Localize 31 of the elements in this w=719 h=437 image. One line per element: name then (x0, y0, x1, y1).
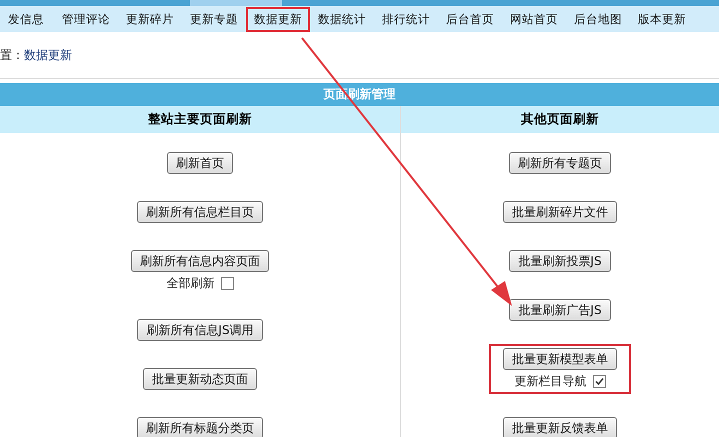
column-heading: 整站主要页面刷新 (0, 106, 400, 133)
refresh-button[interactable]: 刷新所有标题分类页 (137, 417, 263, 437)
nav-tab[interactable]: 后台地图 (566, 6, 630, 32)
nav-tab[interactable]: 数据更新 (246, 6, 310, 32)
breadcrumb-link[interactable]: 数据更新 (24, 46, 72, 64)
refresh-button[interactable]: 刷新所有专题页 (509, 152, 611, 174)
refresh-button[interactable]: 刷新首页 (167, 152, 233, 174)
checkbox-label: 全部刷新 (166, 275, 214, 292)
column-heading: 其他页面刷新 (401, 106, 719, 133)
nav-tab[interactable]: 后台首页 (438, 6, 502, 32)
nav-tab[interactable]: 数据统计 (310, 6, 374, 32)
checkbox[interactable] (592, 375, 606, 388)
nav-tab[interactable]: 网站首页 (502, 6, 566, 32)
refresh-button[interactable]: 刷新所有信息栏目页 (137, 201, 263, 223)
checkbox[interactable] (220, 277, 234, 290)
nav-tab[interactable]: 版本更新 (630, 6, 694, 32)
refresh-button[interactable]: 刷新所有信息内容页面 (131, 250, 269, 272)
refresh-button[interactable]: 批量更新反馈表单 (503, 417, 617, 437)
breadcrumb-label: 置： (0, 46, 24, 64)
checkbox-label: 更新栏目导航 (514, 373, 586, 390)
nav-tab[interactable]: 更新专题 (182, 6, 246, 32)
nav-tab[interactable]: 发信息 (0, 6, 52, 32)
nav-tab[interactable]: 管理评论 (54, 6, 118, 32)
refresh-button[interactable]: 批量更新动态页面 (143, 368, 257, 390)
refresh-button[interactable]: 刷新所有信息JS调用 (137, 319, 263, 341)
refresh-button[interactable]: 批量刷新碎片文件 (503, 201, 617, 223)
refresh-button[interactable]: 批量刷新广告JS (509, 299, 611, 321)
nav-tab[interactable]: 更新碎片 (118, 6, 182, 32)
refresh-button[interactable]: 批量更新模型表单 (503, 348, 617, 370)
nav-tab[interactable]: 排行统计 (374, 6, 438, 32)
refresh-button[interactable]: 批量刷新投票JS (509, 250, 611, 272)
